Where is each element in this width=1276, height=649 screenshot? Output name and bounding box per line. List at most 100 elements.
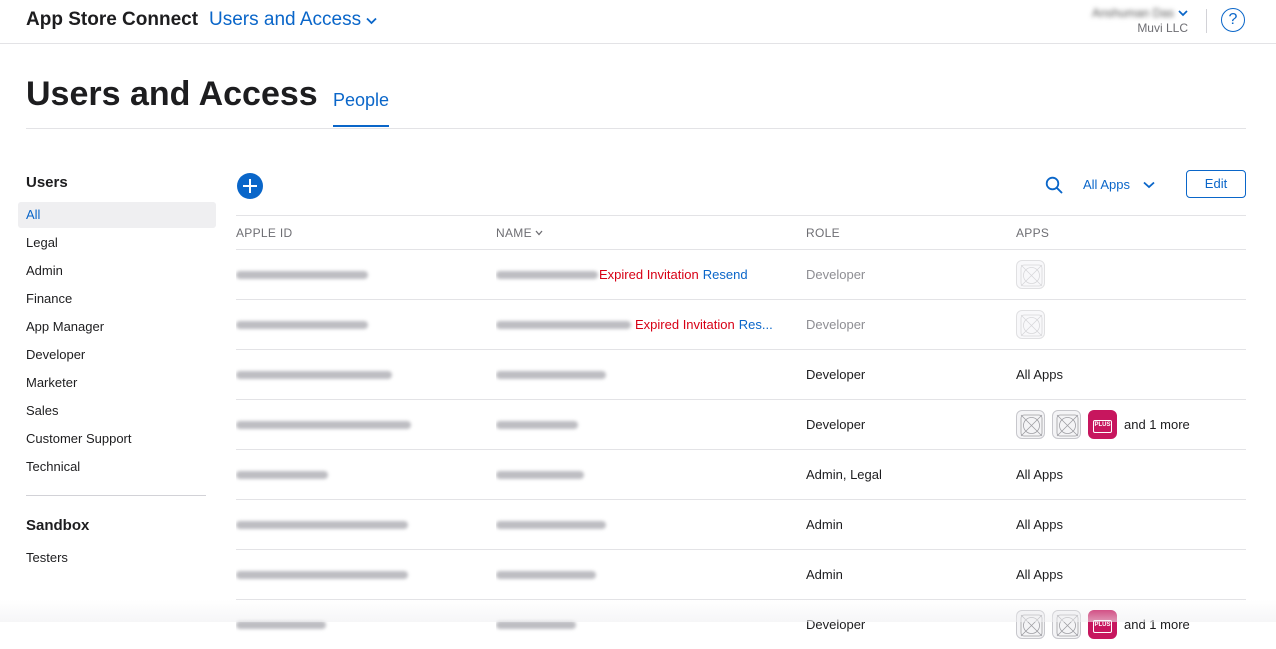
apple-id-cell — [236, 550, 476, 599]
app-placeholder-icon — [1016, 310, 1045, 339]
apps-cell: All Apps — [1016, 517, 1063, 532]
column-header-apple-id: APPLE ID — [236, 226, 293, 240]
redacted-name — [496, 320, 631, 329]
help-button[interactable]: ? — [1221, 8, 1245, 32]
name-cell — [496, 350, 776, 399]
app-placeholder-icon — [1052, 610, 1081, 639]
redacted-name — [496, 370, 606, 379]
sidebar-item-app-manager[interactable]: App Manager — [18, 314, 216, 340]
sidebar-item-marketer[interactable]: Marketer — [18, 370, 216, 396]
redacted-apple-id — [236, 570, 408, 579]
apple-id-cell — [236, 500, 476, 549]
expired-invitation-label: Expired Invitation — [599, 267, 699, 282]
role-cell: Admin — [806, 567, 843, 582]
redacted-name — [496, 520, 606, 529]
table-row[interactable]: Admin All Apps — [236, 500, 1246, 550]
column-header-name[interactable]: NAME — [496, 226, 543, 240]
app-placeholder-icon — [1016, 260, 1045, 289]
app-placeholder-icon — [1016, 610, 1045, 639]
apps-filter-label: All Apps — [1083, 177, 1130, 192]
plus-app-icon: PLUS — [1088, 410, 1117, 439]
apps-cell: All Apps — [1016, 367, 1063, 382]
search-icon — [1045, 176, 1063, 194]
account-organization: Muvi LLC — [1137, 21, 1188, 35]
sidebar-divider — [26, 495, 206, 496]
section-switcher[interactable]: Users and Access — [209, 9, 377, 31]
sidebar-item-technical[interactable]: Technical — [18, 454, 216, 480]
app-placeholder-icon — [1052, 410, 1081, 439]
table-row[interactable]: Admin, Legal All Apps — [236, 450, 1246, 500]
column-header-apps: APPS — [1016, 226, 1050, 240]
role-cell: Admin, Legal — [806, 467, 882, 482]
apple-id-cell — [236, 300, 476, 349]
top-bar: App Store Connect Users and Access Anshu… — [0, 0, 1276, 44]
account-name: Anshuman Das — [1091, 6, 1174, 20]
role-cell: Developer — [806, 267, 866, 282]
sort-chevron-down-icon — [535, 230, 543, 236]
role-cell: Developer — [806, 617, 866, 632]
name-cell — [496, 600, 776, 649]
apple-id-cell — [236, 600, 476, 649]
edit-button[interactable]: Edit — [1186, 170, 1246, 198]
redacted-name — [496, 270, 598, 279]
sidebar-heading-sandbox: Sandbox — [26, 517, 90, 534]
name-cell: Expired Invitation Res... — [496, 300, 776, 349]
apple-id-cell — [236, 350, 476, 399]
sidebar-item-all[interactable]: All — [18, 202, 216, 228]
name-cell — [496, 500, 776, 549]
sidebar-item-finance[interactable]: Finance — [18, 286, 216, 312]
redacted-apple-id — [236, 320, 368, 329]
redacted-apple-id — [236, 470, 328, 479]
redacted-apple-id — [236, 420, 411, 429]
role-cell: Developer — [806, 317, 866, 332]
section-switcher-label: Users and Access — [209, 9, 362, 30]
redacted-apple-id — [236, 370, 392, 379]
redacted-name — [496, 420, 578, 429]
name-cell — [496, 450, 776, 499]
apps-cell: PLUS and 1 more — [1016, 600, 1246, 649]
table-row[interactable]: Developer PLUS and 1 more — [236, 400, 1246, 450]
search-button[interactable] — [1045, 176, 1063, 199]
sidebar-heading-users: Users — [26, 174, 68, 191]
name-cell: Expired Invitation Resend — [496, 250, 776, 299]
redacted-name — [496, 470, 584, 479]
table-row[interactable]: Admin All Apps — [236, 550, 1246, 600]
redacted-apple-id — [236, 270, 368, 279]
sidebar-item-sales[interactable]: Sales — [18, 398, 216, 424]
table-header: APPLE ID NAME ROLE APPS — [236, 216, 1246, 250]
sidebar-item-developer[interactable]: Developer — [18, 342, 216, 368]
more-apps-label: and 1 more — [1124, 417, 1190, 432]
chevron-down-icon — [1178, 9, 1188, 16]
expired-invitation-label: Expired Invitation — [635, 317, 735, 332]
apps-cell: All Apps — [1016, 467, 1063, 482]
sidebar-item-customer-support[interactable]: Customer Support — [18, 426, 216, 452]
apps-filter-dropdown[interactable]: All Apps — [1083, 177, 1155, 192]
apple-id-cell — [236, 450, 476, 499]
role-cell: Developer — [806, 417, 866, 432]
add-user-button[interactable] — [237, 173, 263, 199]
table-row[interactable]: Developer PLUS and 1 more — [236, 600, 1246, 649]
resend-link[interactable]: Res... — [739, 317, 773, 332]
more-apps-label: and 1 more — [1124, 617, 1190, 632]
tab-people[interactable]: People — [333, 90, 390, 127]
plus-app-icon: PLUS — [1088, 610, 1117, 639]
apps-cell — [1016, 250, 1246, 299]
role-cell: Admin — [806, 517, 843, 532]
sidebar-item-admin[interactable]: Admin — [18, 258, 216, 284]
table-row[interactable]: Expired Invitation Res... Developer — [236, 300, 1246, 350]
sidebar-item-legal[interactable]: Legal — [18, 230, 216, 256]
question-circle-icon: ? — [1228, 11, 1238, 28]
table-row[interactable]: Expired Invitation Resend Developer — [236, 250, 1246, 300]
apple-id-cell — [236, 400, 476, 449]
sidebar-item-testers[interactable]: Testers — [18, 545, 216, 571]
table-row[interactable]: Developer All Apps — [236, 350, 1246, 400]
name-cell — [496, 400, 776, 449]
page-title: Users and Access — [26, 75, 318, 113]
chevron-down-icon — [366, 17, 377, 25]
header-divider — [26, 128, 1246, 129]
resend-link[interactable]: Resend — [703, 267, 748, 282]
app-title[interactable]: App Store Connect — [26, 9, 198, 31]
account-menu[interactable]: Anshuman Das Muvi LLC — [1092, 6, 1188, 35]
apple-id-cell — [236, 250, 476, 299]
name-cell — [496, 550, 776, 599]
